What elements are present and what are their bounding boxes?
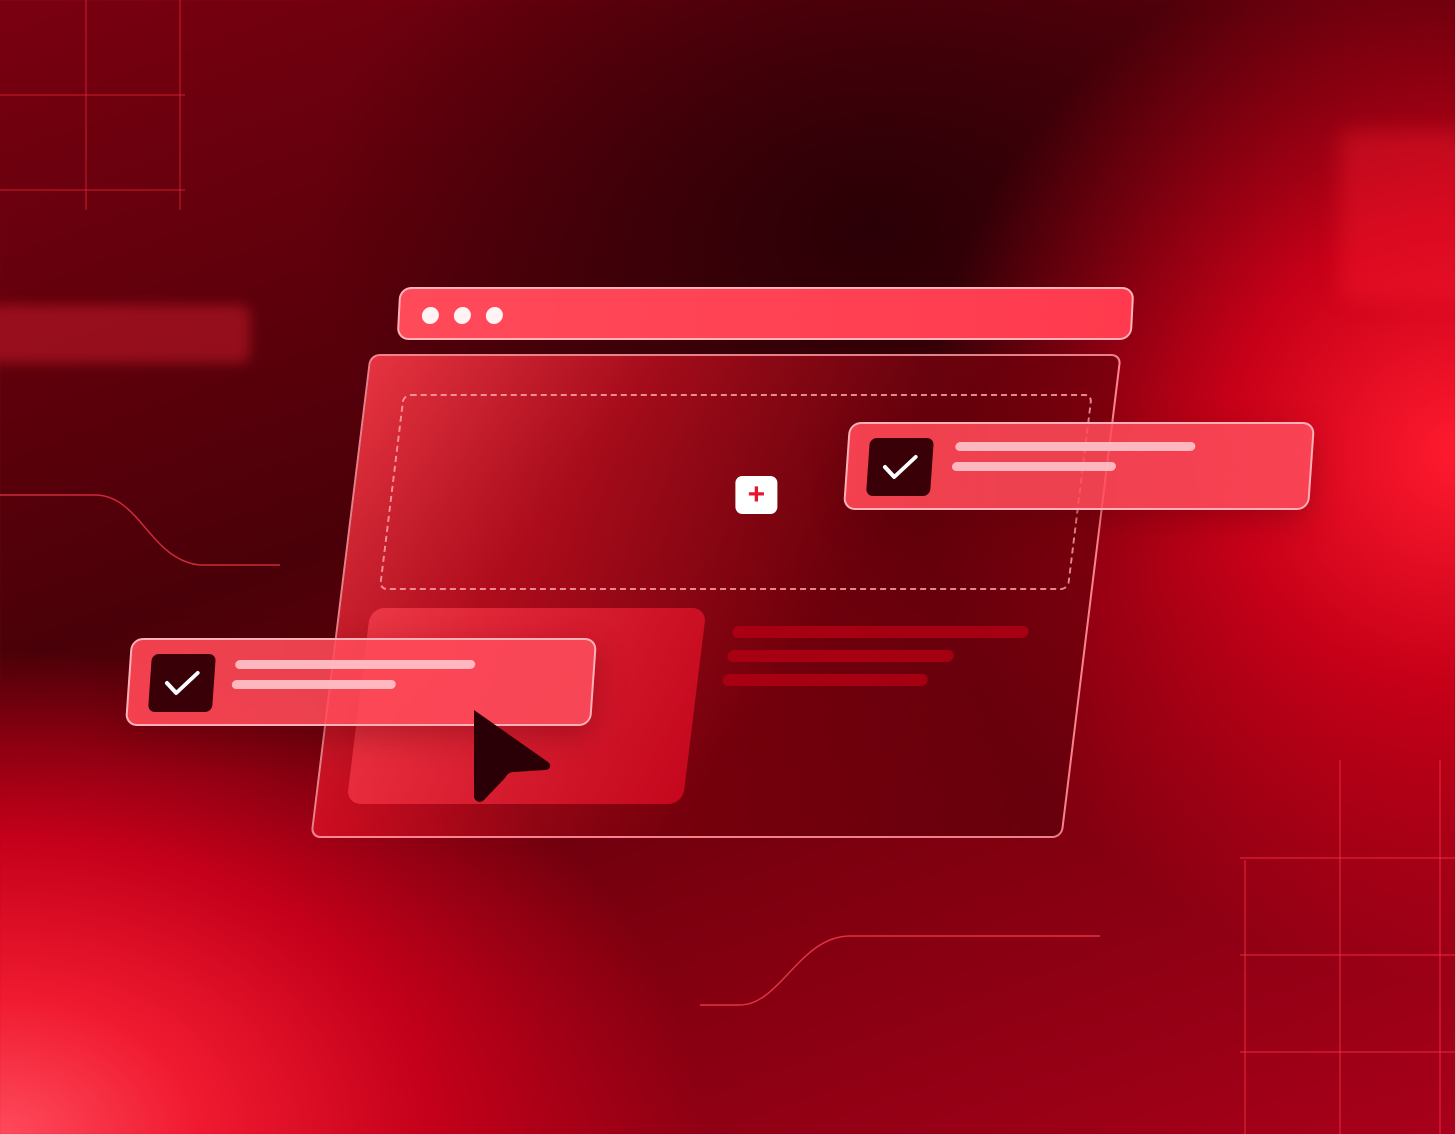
plus-icon[interactable]: +: [735, 476, 778, 514]
blurred-card-left: [0, 305, 250, 363]
grid-bottom-right: [1240, 760, 1455, 1134]
card-text-line: [955, 442, 1196, 451]
blurred-card-right: [1340, 130, 1455, 300]
window-dot: [485, 307, 504, 324]
browser-title-bar: [396, 287, 1135, 340]
connector-curve-left: [0, 494, 280, 566]
card-text-line: [234, 660, 476, 669]
cursor-arrow-icon: [474, 710, 551, 802]
text-placeholder-line: [726, 650, 955, 662]
check-icon: [882, 455, 918, 479]
connector-curve-bottom: [700, 935, 1100, 1006]
text-placeholder-line: [721, 674, 929, 686]
task-card-right[interactable]: [842, 422, 1316, 510]
card-text-line: [231, 680, 397, 689]
check-icon: [164, 671, 200, 695]
grid-top-left: [0, 0, 185, 210]
window-dot: [421, 307, 440, 324]
checkbox[interactable]: [865, 438, 934, 496]
window-dot: [453, 307, 472, 324]
card-text-line: [951, 462, 1117, 471]
text-placeholder-line: [731, 626, 1030, 638]
checkbox[interactable]: [147, 654, 216, 712]
